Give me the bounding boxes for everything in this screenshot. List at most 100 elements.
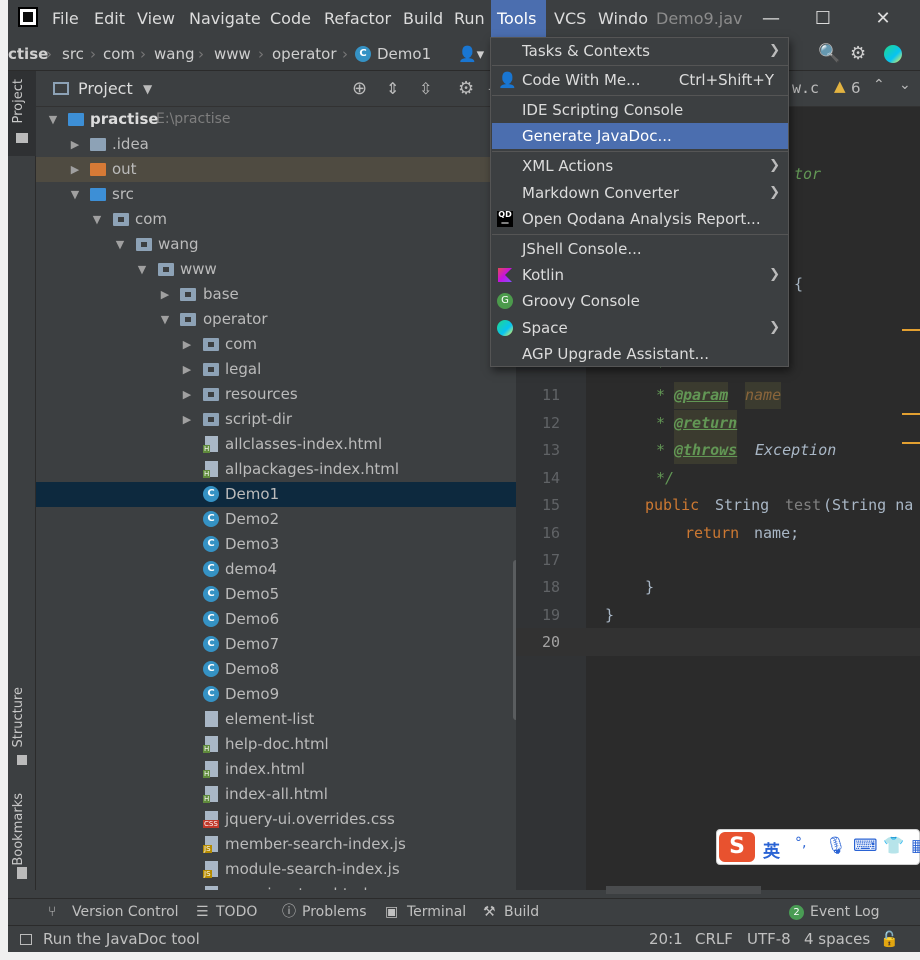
tree-item-src[interactable]: ▼ src — [36, 182, 516, 207]
intellij-logo-icon[interactable] — [18, 7, 38, 27]
warning-icon[interactable]: ▲ — [834, 77, 846, 95]
menu-item-open-qodana-report[interactable]: QD — Open Qodana Analysis Report... — [492, 206, 788, 232]
menu-item-code-with-me[interactable]: 👤 Code With Me... Ctrl+Shift+Y — [492, 67, 788, 93]
file-encoding[interactable]: UTF-8 — [747, 926, 791, 952]
maximize-icon[interactable]: ☐ — [797, 0, 849, 37]
menu-item-groovy-console[interactable]: G Groovy Console — [492, 288, 788, 314]
tree-item-www[interactable]: ▼ www — [36, 257, 516, 282]
tree-item-legal[interactable]: ▶ legal — [36, 357, 516, 382]
tab-project[interactable]: Project — [11, 79, 26, 123]
tree-item-base[interactable]: ▶ base — [36, 282, 516, 307]
tree-root[interactable]: ▼ practise E:\practise — [36, 107, 516, 132]
expand-all-icon[interactable]: ⇕ — [386, 71, 399, 107]
breadcrumb-project[interactable]: ctise — [8, 37, 48, 71]
breadcrumb-operator[interactable]: operator — [272, 37, 337, 71]
tab-fragment[interactable]: w.c — [792, 75, 819, 102]
tree-item-resources[interactable]: ▶ resources — [36, 382, 516, 407]
menu-item-kotlin[interactable]: Kotlin ❯ — [492, 262, 788, 288]
menu-edit[interactable]: Edit — [88, 0, 131, 37]
skin-shirt-icon[interactable]: 👕 — [883, 836, 904, 856]
breadcrumb-com[interactable]: com — [103, 37, 135, 71]
tree-item-allclasses[interactable]: H allclasses-index.html — [36, 432, 516, 457]
microphone-icon[interactable]: 🎙 — [825, 836, 847, 856]
project-title[interactable]: Project — [78, 71, 133, 107]
tree-item-idea[interactable]: ▶ .idea — [36, 132, 516, 157]
tree-item-wang[interactable]: ▼ wang — [36, 232, 516, 257]
tab-event-log[interactable]: Event Log — [810, 899, 880, 926]
tree-item-allpackages[interactable]: H allpackages-index.html — [36, 457, 516, 482]
breadcrumb-www[interactable]: www — [214, 37, 251, 71]
menu-item-generate-javadoc[interactable]: Generate JavaDoc... — [492, 123, 788, 149]
tree-item-com-sub[interactable]: ▶ com — [36, 332, 516, 357]
tree-item-index-all[interactable]: H index-all.html — [36, 782, 516, 807]
sogou-logo-icon[interactable]: S — [719, 832, 755, 862]
indent-setting[interactable]: 4 spaces — [804, 926, 870, 952]
tree-item-module-search[interactable]: JS module-search-index.js — [36, 857, 516, 882]
tree-item-com[interactable]: ▼ com — [36, 207, 516, 232]
menu-code[interactable]: Code — [264, 0, 317, 37]
tree-item-demo3[interactable]: C Demo3 — [36, 532, 516, 557]
tree-item-element-list[interactable]: element-list — [36, 707, 516, 732]
menu-item-tasks-contexts[interactable]: Tasks & Contexts ❯ — [492, 38, 788, 64]
user-icon[interactable]: 👤▾ — [458, 37, 484, 71]
tree-item-demo7[interactable]: C Demo7 — [36, 632, 516, 657]
ime-mode[interactable]: 英 — [763, 837, 780, 862]
menu-item-agp-upgrade[interactable]: AGP Upgrade Assistant... — [492, 341, 788, 367]
tree-item-demo1[interactable]: C Demo1 — [36, 482, 516, 507]
tab-todo[interactable]: TODO — [216, 899, 257, 926]
tree-item-index[interactable]: H index.html — [36, 757, 516, 782]
chevron-up-icon[interactable]: ⌃ — [873, 77, 885, 93]
menu-item-ide-scripting-console[interactable]: IDE Scripting Console — [492, 97, 788, 123]
collapse-all-icon[interactable]: ⇳ — [419, 71, 432, 107]
search-icon[interactable]: 🔍 — [818, 37, 840, 71]
tab-structure[interactable]: Structure — [11, 687, 26, 747]
breadcrumb-demo1[interactable]: Demo1 — [377, 37, 431, 71]
breadcrumb-src[interactable]: src — [62, 37, 84, 71]
lock-icon[interactable]: 🔓 — [880, 926, 899, 952]
menu-item-markdown-converter[interactable]: Markdown Converter ❯ — [492, 180, 788, 206]
space-icon[interactable] — [884, 45, 902, 63]
menu-file[interactable]: File — [46, 0, 85, 37]
locate-icon[interactable]: ⊕ — [352, 71, 367, 107]
tree-item-out[interactable]: ▶ out — [36, 157, 516, 182]
close-icon[interactable]: ✕ — [857, 0, 909, 37]
tab-problems[interactable]: Problems — [302, 899, 367, 926]
dropdown-arrow-icon[interactable]: ▼ — [143, 71, 152, 107]
tab-build[interactable]: Build — [504, 899, 539, 926]
caret-position[interactable]: 20:1 — [649, 926, 683, 952]
gear-icon[interactable]: ⚙ — [850, 37, 866, 71]
menu-item-jshell-console[interactable]: JShell Console... — [492, 236, 788, 262]
breadcrumb-wang[interactable]: wang — [154, 37, 195, 71]
tree-item-demo9[interactable]: C Demo9 — [36, 682, 516, 707]
tree-item-overview-tree[interactable]: overview-tree.html — [36, 882, 516, 890]
minimize-icon[interactable]: — — [745, 0, 797, 37]
menu-tools[interactable]: Tools — [491, 0, 546, 37]
tree-item-script-dir[interactable]: ▶ script-dir — [36, 407, 516, 432]
keyboard-icon[interactable]: ⌨ — [853, 836, 878, 856]
menu-navigate[interactable]: Navigate — [183, 0, 267, 37]
settings-gear-icon[interactable]: ⚙ — [458, 71, 474, 107]
layout-toggle-icon[interactable] — [20, 934, 32, 945]
tree-item-help-doc[interactable]: H help-doc.html — [36, 732, 516, 757]
editor-hscrollbar[interactable] — [606, 886, 761, 894]
tab-terminal[interactable]: Terminal — [407, 899, 466, 926]
menu-build[interactable]: Build — [397, 0, 449, 37]
menu-window[interactable]: Windo — [592, 0, 654, 37]
tree-item-demo8[interactable]: C Demo8 — [36, 657, 516, 682]
tree-item-jquery-css[interactable]: CSS jquery-ui.overrides.css — [36, 807, 516, 832]
tab-bookmarks[interactable]: Bookmarks — [11, 793, 26, 866]
menu-vcs[interactable]: VCS — [548, 0, 592, 37]
line-separator[interactable]: CRLF — [695, 926, 733, 952]
toolbox-grid-icon[interactable]: ▦ — [911, 836, 920, 856]
menu-view[interactable]: View — [131, 0, 181, 37]
tree-item-operator[interactable]: ▼ operator — [36, 307, 516, 332]
chevron-down-icon[interactable]: ⌄ — [899, 77, 911, 93]
tab-version-control[interactable]: Version Control — [72, 899, 179, 926]
menu-item-xml-actions[interactable]: XML Actions ❯ — [492, 153, 788, 179]
ime-punct[interactable]: °, — [795, 835, 806, 851]
tree-item-demo6[interactable]: C Demo6 — [36, 607, 516, 632]
tree-item-demo4[interactable]: C demo4 — [36, 557, 516, 582]
menu-item-space[interactable]: Space ❯ — [492, 315, 788, 341]
tree-item-member-search[interactable]: JS member-search-index.js — [36, 832, 516, 857]
menu-refactor[interactable]: Refactor — [318, 0, 397, 37]
